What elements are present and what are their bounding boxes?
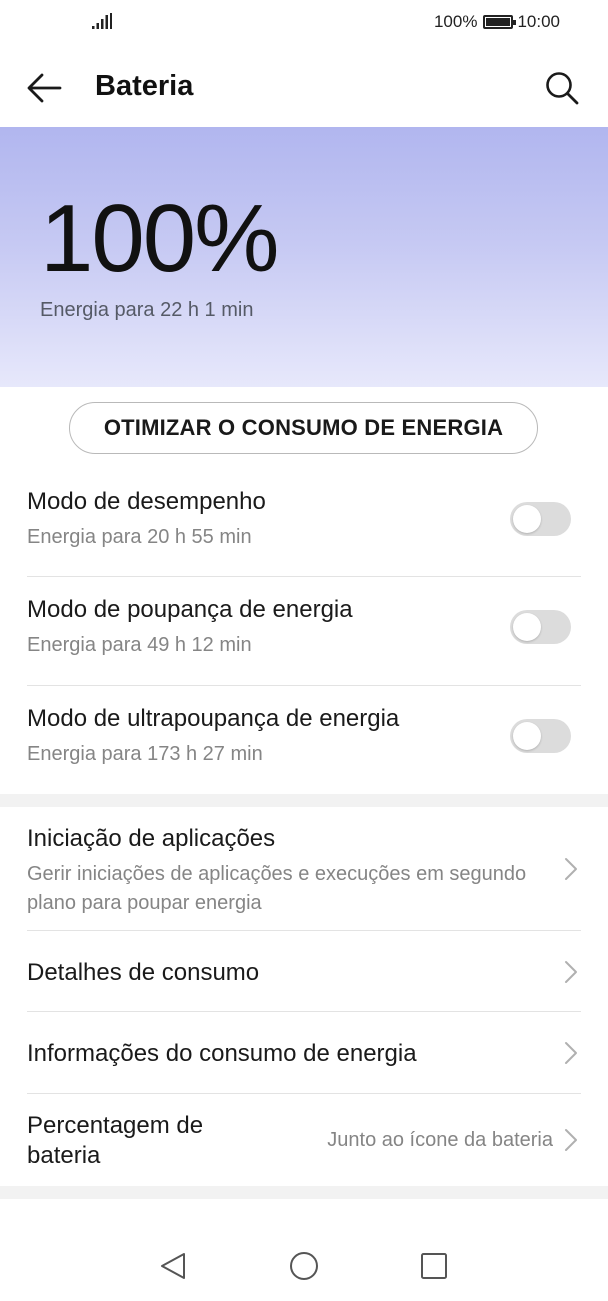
square-recent-icon[interactable] — [418, 1250, 450, 1282]
arrow-left-icon[interactable] — [24, 70, 64, 106]
section-separator — [0, 1186, 608, 1199]
mode-subtitle: Energia para 173 h 27 min — [27, 743, 263, 765]
chevron-right-icon — [565, 961, 577, 983]
battery-hero: 100% Energia para 22 h 1 min — [0, 127, 608, 387]
mode-title: Modo de desempenho — [27, 488, 266, 515]
row-title: Iniciação de aplicações — [27, 825, 276, 852]
ultra-power-saving-mode-toggle[interactable] — [510, 719, 571, 753]
status-bar: 100% 10:00 — [0, 0, 608, 46]
mode-subtitle: Energia para 20 h 55 min — [27, 526, 252, 548]
search-icon[interactable] — [544, 70, 580, 106]
toggle-knob — [513, 505, 541, 533]
battery-percent-text: 100% — [433, 12, 478, 31]
performance-mode-toggle[interactable] — [510, 502, 571, 536]
row-title: Detalhes de consumo — [27, 959, 260, 986]
optimize-button[interactable]: OTIMIZAR O CONSUMO DE ENERGIA — [69, 402, 538, 454]
section-separator — [0, 794, 608, 807]
app-bar: Bateria — [0, 46, 608, 128]
mode-subtitle: Energia para 49 h 12 min — [27, 634, 252, 656]
app-launch-row[interactable]: Iniciação de aplicações Gerir iniciações… — [0, 807, 608, 930]
chevron-right-icon — [565, 1129, 577, 1151]
status-right: 100% 10:00 — [434, 12, 560, 32]
mode-title: Modo de ultrapoupança de energia — [27, 705, 400, 732]
mode-title: Modo de poupança de energia — [27, 596, 353, 623]
power-saving-mode-toggle[interactable] — [510, 610, 571, 644]
consumption-details-row[interactable]: Detalhes de consumo — [0, 931, 608, 1011]
divider — [27, 576, 581, 577]
mode-row-ultra-power-saving[interactable]: Modo de ultrapoupança de energia Energia… — [0, 687, 608, 795]
clock: 10:00 — [517, 12, 560, 31]
toggle-knob — [513, 613, 541, 641]
triangle-back-icon[interactable] — [158, 1250, 190, 1282]
battery-icon — [483, 15, 517, 29]
battery-remaining: Energia para 22 h 1 min — [40, 299, 254, 321]
battery-level: 100% — [40, 185, 280, 292]
page-title: Bateria — [95, 70, 194, 102]
divider — [27, 685, 581, 686]
row-value: Junto ao ícone da bateria — [327, 1129, 553, 1151]
row-title: Informações do consumo de energia — [27, 1040, 417, 1067]
signal-icon — [92, 13, 112, 29]
row-title: Percentagem de bateria — [27, 1112, 204, 1169]
mode-row-power-saving[interactable]: Modo de poupança de energia Energia para… — [0, 578, 608, 686]
chevron-right-icon — [565, 858, 577, 880]
mode-row-performance[interactable]: Modo de desempenho Energia para 20 h 55 … — [0, 470, 608, 578]
chevron-right-icon — [565, 1042, 577, 1064]
energy-consumption-info-row[interactable]: Informações do consumo de energia — [0, 1012, 608, 1092]
toggle-knob — [513, 722, 541, 750]
battery-percentage-row[interactable]: Percentagem de bateria Junto ao ícone da… — [0, 1094, 608, 1186]
row-subtitle: Gerir iniciações de aplicações e execuçõ… — [27, 863, 527, 914]
circle-home-icon[interactable] — [288, 1250, 320, 1282]
system-nav-bar — [0, 1230, 608, 1301]
